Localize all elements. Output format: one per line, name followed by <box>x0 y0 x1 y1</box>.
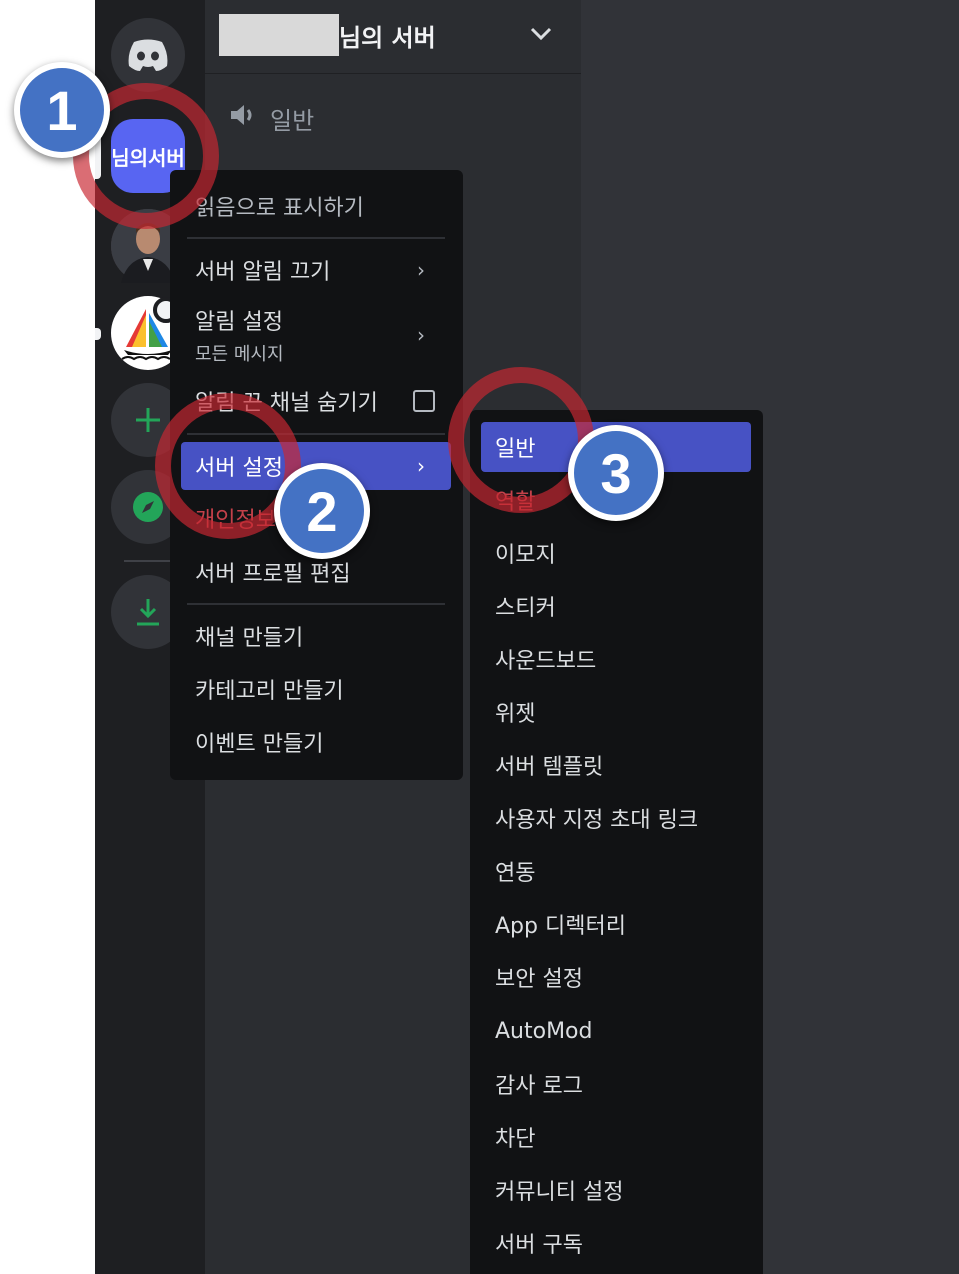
server-name: 님의 서버 <box>339 24 436 52</box>
redacted-username <box>219 14 339 56</box>
hide-muted-checkbox[interactable] <box>413 390 435 412</box>
chevron-right-icon: › <box>417 258 425 282</box>
submenu-item-server-subscriptions[interactable]: 서버 구독 <box>481 1218 751 1268</box>
menu-divider <box>187 603 445 605</box>
submenu-item-community[interactable]: 커뮤니티 설정 <box>481 1165 751 1215</box>
unread-indicator <box>95 328 101 340</box>
submenu-item-integrations[interactable]: 연동 <box>481 846 751 896</box>
menu-divider <box>187 237 445 239</box>
submenu-item-custom-invite[interactable]: 사용자 지정 초대 링크 <box>481 793 751 843</box>
chevron-down-icon[interactable] <box>526 20 556 50</box>
submenu-item-automod[interactable]: AutoMod <box>481 1006 751 1056</box>
submenu-item-bans[interactable]: 차단 <box>481 1112 751 1162</box>
submenu-item-widget[interactable]: 위젯 <box>481 687 751 737</box>
rail-divider <box>124 560 172 562</box>
channel-name: 일반 <box>270 106 315 135</box>
chevron-right-icon: › <box>417 454 425 478</box>
submenu-item-stickers[interactable]: 스티커 <box>481 581 751 631</box>
chevron-right-icon: › <box>417 323 425 347</box>
menu-create-category[interactable]: 카테고리 만들기 <box>181 665 451 713</box>
submenu-item-emoji[interactable]: 이모지 <box>481 528 751 578</box>
step-badge-3: 3 <box>568 425 664 521</box>
menu-create-event[interactable]: 이벤트 만들기 <box>181 718 451 766</box>
submenu-item-app-directory[interactable]: App 디렉터리 <box>481 899 751 949</box>
menu-notification-settings[interactable]: 알림 설정 모든 메시지 › <box>181 306 451 365</box>
submenu-item-server-template[interactable]: 서버 템플릿 <box>481 740 751 790</box>
step-badge-1: 1 <box>14 62 110 158</box>
submenu-item-audit-log[interactable]: 감사 로그 <box>481 1059 751 1109</box>
step-badge-2: 2 <box>274 463 370 559</box>
submenu-item-safety[interactable]: 보안 설정 <box>481 952 751 1002</box>
channel-item-general[interactable]: 일반 <box>228 100 314 136</box>
menu-mute-server[interactable]: 서버 알림 끄기 › <box>181 246 451 294</box>
menu-mark-read[interactable]: 읽음으로 표시하기 <box>181 182 451 230</box>
menu-create-channel[interactable]: 채널 만들기 <box>181 612 451 660</box>
discord-home-icon[interactable] <box>111 18 185 92</box>
speaker-icon <box>228 102 258 134</box>
submenu-item-soundboard[interactable]: 사운드보드 <box>481 634 751 684</box>
notification-setting-value: 모든 메시지 <box>195 344 284 365</box>
